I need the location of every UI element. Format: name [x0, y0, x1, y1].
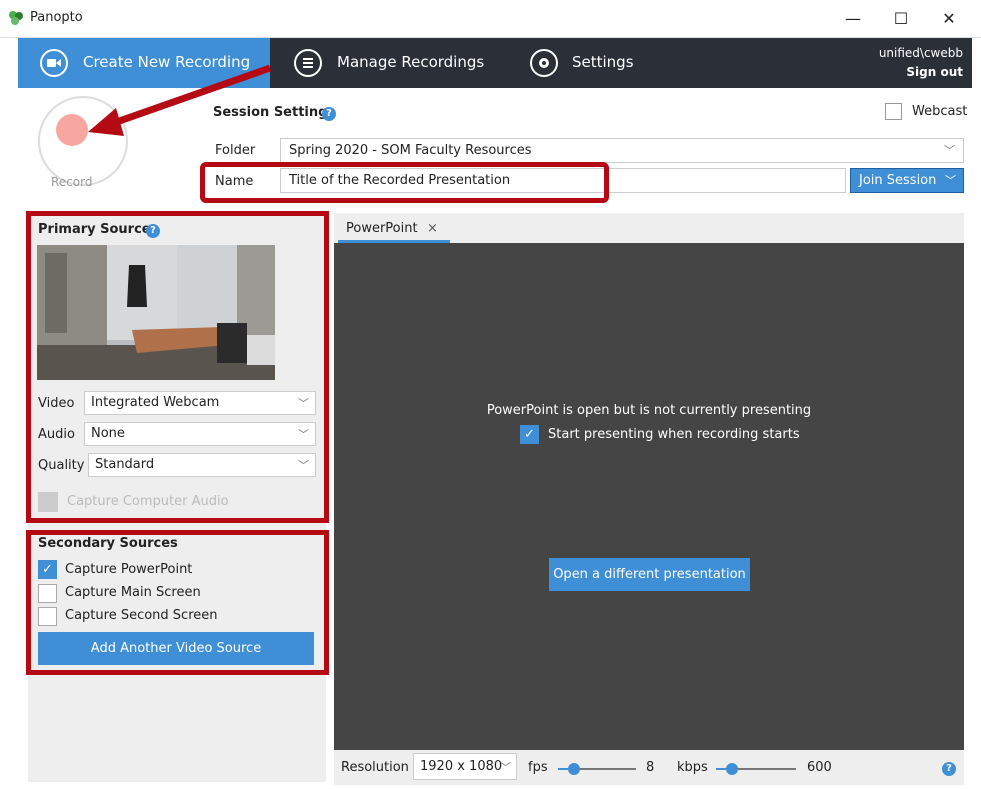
chevron-down-icon: ﹀: [944, 144, 955, 157]
resolution-label: Resolution: [341, 760, 409, 775]
kbps-slider-handle[interactable]: [726, 763, 738, 775]
fps-value: 8: [646, 760, 655, 775]
presentation-preview: [334, 243, 964, 750]
webcast-checkbox[interactable]: [885, 103, 902, 120]
help-icon[interactable]: ?: [322, 107, 336, 121]
join-session-label: Join Session: [859, 173, 937, 188]
tab-powerpoint-label: PowerPoint: [346, 221, 418, 236]
folder-value: Spring 2020 - SOM Faculty Resources: [289, 143, 532, 158]
close-tab-icon[interactable]: ×: [427, 221, 438, 236]
gear-icon[interactable]: [530, 49, 558, 77]
list-icon[interactable]: [294, 49, 322, 77]
annotation-name-highlight: [200, 162, 609, 203]
help-icon[interactable]: ?: [942, 762, 956, 776]
fps-label: fps: [528, 760, 548, 775]
maximize-button[interactable]: ☐: [878, 4, 924, 34]
video-camera-icon: [40, 49, 68, 77]
close-window-button[interactable]: ✕: [926, 4, 972, 34]
join-session-button[interactable]: Join Session ﹀: [850, 168, 964, 193]
kbps-label: kbps: [677, 760, 708, 775]
webcast-label: Webcast: [912, 104, 968, 119]
powerpoint-status-message: PowerPoint is open but is not currently …: [486, 403, 812, 418]
sign-out-link[interactable]: Sign out: [906, 65, 963, 79]
record-label: Record: [51, 175, 93, 189]
manage-recordings-tab[interactable]: Manage Recordings: [337, 53, 484, 71]
annotation-primary-sources-highlight: [26, 211, 329, 523]
open-different-presentation-button[interactable]: Open a different presentation: [549, 558, 750, 591]
panopto-logo-icon: [9, 11, 23, 25]
kbps-value: 600: [807, 760, 832, 775]
kbps-slider-rest[interactable]: [732, 768, 796, 770]
resolution-value: 1920 x 1080: [420, 759, 503, 774]
chevron-down-icon: ﹀: [945, 174, 956, 187]
fps-slider-rest[interactable]: [574, 768, 636, 770]
fps-slider-handle[interactable]: [568, 763, 580, 775]
chevron-down-icon: ﹀: [500, 761, 511, 774]
minimize-button[interactable]: —: [830, 4, 876, 34]
start-presenting-label: Start presenting when recording starts: [548, 427, 800, 442]
user-name: unified\cwebb: [878, 46, 963, 60]
annotation-secondary-sources-highlight: [26, 530, 329, 675]
annotation-arrow-icon: [88, 64, 272, 136]
start-presenting-checkbox[interactable]: ✓: [520, 425, 539, 444]
settings-tab[interactable]: Settings: [572, 53, 634, 71]
window-title: Panopto: [30, 10, 83, 25]
folder-select[interactable]: Spring 2020 - SOM Faculty Resources: [280, 138, 964, 163]
